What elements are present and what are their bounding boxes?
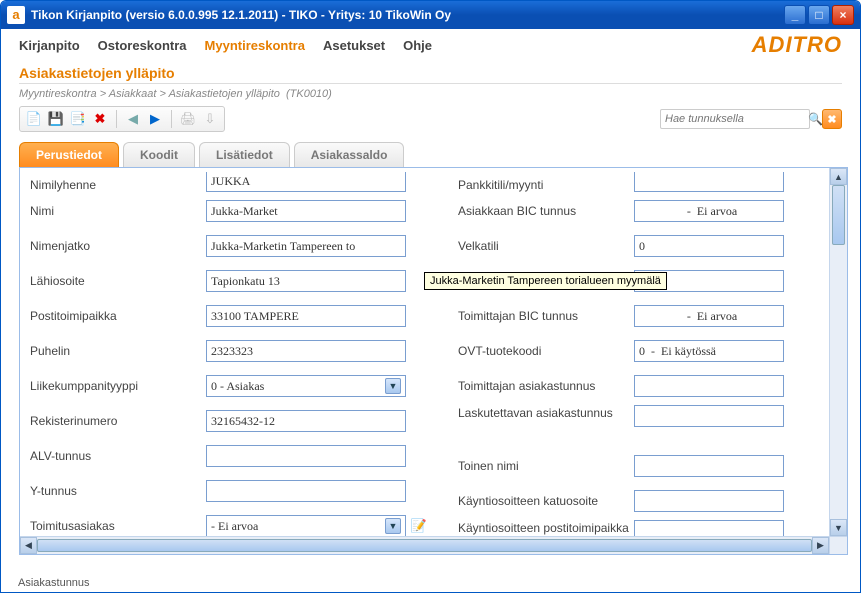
close-panel-button[interactable]: ✖ [822, 109, 842, 129]
rekisterinumero-field[interactable] [206, 410, 406, 432]
laskutettavan-field[interactable] [634, 405, 784, 427]
menu-ostoreskontra[interactable]: Ostoreskontra [98, 38, 187, 53]
tab-perustiedot[interactable]: Perustiedot [19, 142, 119, 167]
tab-koodit[interactable]: Koodit [123, 142, 195, 167]
ovt-label: OVT-tuotekoodi [458, 344, 634, 358]
toolbar: 📄 💾 📑 ✖ ◀ ▶ 🖨 ⇩ [19, 106, 225, 132]
separator [171, 110, 172, 128]
maximize-button[interactable]: □ [808, 5, 830, 25]
toimitusasiakas-select[interactable]: - Ei arvoa▼ [206, 515, 406, 537]
back-icon[interactable]: ◀ [125, 111, 141, 127]
scroll-right-icon[interactable]: ▶ [812, 537, 829, 554]
alv-field[interactable] [206, 445, 406, 467]
save-icon[interactable]: 💾 [48, 111, 64, 127]
search-icon[interactable]: 🔍 [808, 112, 823, 126]
scroll-left-icon[interactable]: ◀ [20, 537, 37, 554]
laskutettavan-label: Laskutettavan asiakastunnus [458, 405, 634, 421]
brand-logo: ADITRO [752, 32, 842, 58]
close-button[interactable]: × [832, 5, 854, 25]
toimittajan-asiakastunnus-field[interactable] [634, 375, 784, 397]
scroll-down-icon[interactable]: ▼ [830, 519, 847, 536]
toimitusasiakas-label: Toimitusasiakas [30, 519, 206, 533]
rekisterinumero-label: Rekisterinumero [30, 414, 206, 428]
kayntiosoite-katu-field[interactable] [634, 490, 784, 512]
separator [116, 110, 117, 128]
pankkitili-myynti-label: Pankkitili/myynti [458, 178, 634, 192]
toimittajan-bic-field[interactable] [634, 305, 784, 327]
search-box[interactable]: 🔍 [660, 109, 810, 129]
tab-lisatiedot[interactable]: Lisätiedot [199, 142, 290, 167]
edit-icon[interactable]: 📝 [410, 517, 428, 535]
forward-icon[interactable]: ▶ [147, 111, 163, 127]
lahiosoite-field[interactable] [206, 270, 406, 292]
scroll-thumb[interactable] [37, 539, 812, 552]
chevron-down-icon: ▼ [385, 378, 401, 394]
delete-icon[interactable]: ✖ [92, 111, 108, 127]
menu-kirjanpito[interactable]: Kirjanpito [19, 38, 80, 53]
ytunnus-field[interactable] [206, 480, 406, 502]
menu-asetukset[interactable]: Asetukset [323, 38, 385, 53]
print-icon[interactable]: 🖨 [180, 111, 196, 127]
tooltip: Jukka-Marketin Tampereen torialueen myym… [424, 272, 667, 290]
menu-ohje[interactable]: Ohje [403, 38, 432, 53]
asiakkaan-bic-label: Asiakkaan BIC tunnus [458, 204, 634, 218]
kayntiosoite-posti-label: Käyntiosoitteen postitoimipaikka [458, 520, 634, 536]
toinen-nimi-label: Toinen nimi [458, 459, 634, 473]
toimittajan-asiakastunnus-label: Toimittajan asiakastunnus [458, 379, 634, 393]
puhelin-field[interactable] [206, 340, 406, 362]
titlebar[interactable]: a Tikon Kirjanpito (versio 6.0.0.995 12.… [1, 1, 860, 29]
status-bar: Asiakastunnus [18, 577, 90, 589]
ytunnus-label: Y-tunnus [30, 484, 206, 498]
toimittajan-bic-label: Toimittajan BIC tunnus [458, 309, 634, 323]
tab-asiakassaldo[interactable]: Asiakassaldo [294, 142, 405, 167]
nimilyhenne-field[interactable] [206, 172, 406, 192]
vertical-scrollbar[interactable]: ▲ ▼ [829, 168, 847, 536]
copy-icon[interactable]: 📑 [70, 111, 86, 127]
page-title: Asiakastietojen ylläpito [19, 65, 842, 84]
toinen-nimi-field[interactable] [634, 455, 784, 477]
scroll-up-icon[interactable]: ▲ [830, 168, 847, 185]
menubar: Kirjanpito Ostoreskontra Myyntireskontra… [1, 29, 860, 55]
postitoimipaikka-label: Postitoimipaikka [30, 309, 206, 323]
postitoimipaikka-field[interactable] [206, 305, 406, 327]
minimize-button[interactable]: _ [784, 5, 806, 25]
nimenjatko-label: Nimenjatko [30, 239, 206, 253]
velkatili-label: Velkatili [458, 239, 634, 253]
pankkitili-myynti-field[interactable] [634, 172, 784, 192]
nimi-label: Nimi [30, 204, 206, 218]
tabs: Perustiedot Koodit Lisätiedot Asiakassal… [1, 142, 860, 167]
lahiosoite-label: Lähiosoite [30, 274, 206, 288]
velkatili-field[interactable] [634, 235, 784, 257]
menu-myyntireskontra[interactable]: Myyntireskontra [205, 38, 305, 53]
asiakkaan-bic-field[interactable] [634, 200, 784, 222]
alv-label: ALV-tunnus [30, 449, 206, 463]
chevron-down-icon: ▼ [385, 518, 401, 534]
nimenjatko-field[interactable] [206, 235, 406, 257]
nimi-field[interactable] [206, 200, 406, 222]
export-icon[interactable]: ⇩ [202, 111, 218, 127]
liikekumppanityyppi-select[interactable]: 0 - Asiakas▼ [206, 375, 406, 397]
liikekumppanityyppi-label: Liikekumppanityyppi [30, 379, 206, 393]
new-icon[interactable]: 📄 [26, 111, 42, 127]
nimilyhenne-label: Nimilyhenne [30, 178, 206, 192]
kayntiosoite-katu-label: Käyntiosoitteen katuosoite [458, 494, 634, 508]
puhelin-label: Puhelin [30, 344, 206, 358]
ovt-field[interactable] [634, 340, 784, 362]
search-input[interactable] [665, 113, 808, 125]
form-area: Nimilyhenne Nimi Nimenjatko Lähiosoite P… [19, 167, 848, 555]
scroll-thumb[interactable] [832, 185, 845, 245]
horizontal-scrollbar[interactable]: ◀ ▶ [20, 536, 829, 554]
window-title: Tikon Kirjanpito (versio 6.0.0.995 12.1.… [31, 8, 784, 22]
breadcrumb: Myyntireskontra > Asiakkaat > Asiakastie… [19, 88, 842, 100]
scroll-corner [829, 536, 847, 554]
app-icon: a [7, 6, 25, 24]
